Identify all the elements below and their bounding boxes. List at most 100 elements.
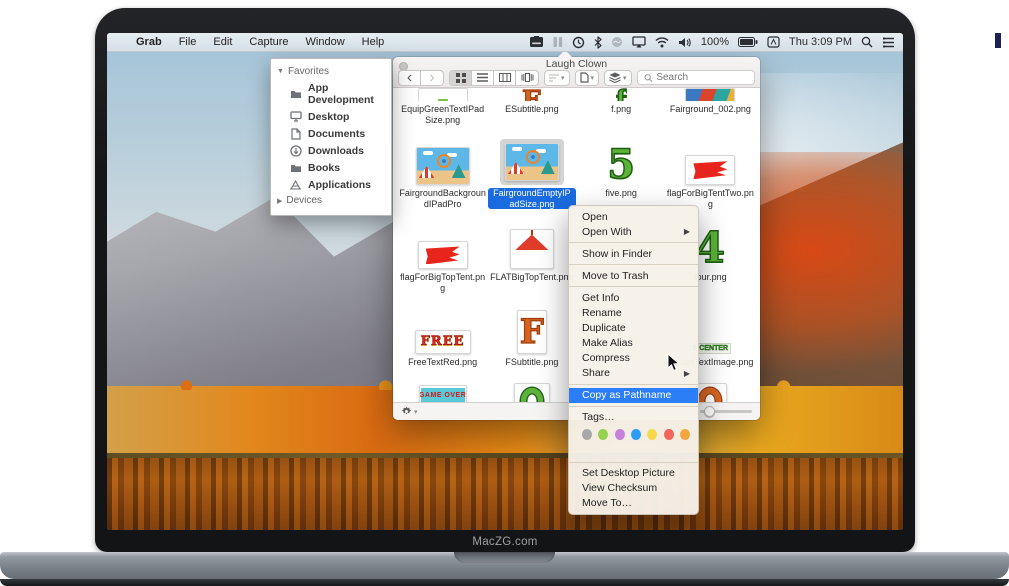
file-item[interactable]: Fairground_002.png [667, 88, 754, 125]
airplay-display-icon[interactable] [632, 36, 646, 48]
tags-button[interactable]: ▾ [604, 70, 632, 86]
search-input[interactable] [656, 72, 748, 83]
window-titlebar[interactable]: Laugh Clown ‹ › ▾ ▾ [393, 57, 760, 88]
back-button[interactable]: ‹ [399, 71, 421, 85]
window-toolbar: ‹ › ▾ ▾ ▾ [398, 69, 755, 86]
menu-item-duplicate[interactable]: Duplicate [569, 320, 698, 335]
menu-item-open-with[interactable]: Open With▶ [569, 224, 698, 239]
menu-separator [569, 286, 698, 287]
menu-bar: Grab File Edit Capture Window Help [107, 33, 903, 52]
siri-icon[interactable] [611, 36, 623, 48]
tag-red[interactable] [664, 429, 674, 440]
file-item[interactable]: FLATBigTopTent.png [488, 221, 575, 293]
folder-icon [289, 88, 302, 100]
file-name: five.png [605, 188, 637, 199]
sidebar-item-downloads[interactable]: Downloads [277, 142, 385, 159]
menu-help[interactable]: Help [362, 36, 385, 48]
sidebar-item-books[interactable]: Books [277, 159, 385, 176]
menu-section-gap [569, 445, 698, 459]
file-item[interactable]: 5 five.png [578, 137, 665, 209]
nav-buttons: ‹ › [398, 70, 444, 86]
tag-orange[interactable] [680, 429, 690, 440]
volume-icon[interactable] [678, 37, 692, 48]
menu-item-show-in-finder[interactable]: Show in Finder [569, 246, 698, 261]
laptop-base-edge [0, 579, 1009, 586]
menu-edit[interactable]: Edit [213, 36, 232, 48]
file-thumbnail [514, 383, 550, 402]
file-item[interactable] [488, 379, 575, 402]
devices-section-header[interactable]: ▶ Devices [277, 193, 385, 208]
icon-view-button[interactable] [450, 71, 472, 85]
laptop-base [0, 552, 1009, 579]
spotlight-search-icon[interactable] [861, 36, 873, 48]
file-item[interactable]: flagForBigTentTwo.png [667, 137, 754, 209]
file-name: FairgroundEmptyIPadSize.png [488, 188, 575, 209]
menu-item-copy-as-pathname[interactable]: Copy as Pathname [569, 388, 698, 403]
menu-item-move-to-trash[interactable]: Move to Trash [569, 268, 698, 283]
drive-menu-extra-icon[interactable] [529, 36, 544, 48]
file-item[interactable]: FairgroundBackgroundIPadPro [399, 137, 486, 209]
file-name: EquipGreenTextIPadSize.png [399, 104, 486, 125]
file-thumbnail [418, 241, 468, 269]
action-button[interactable]: ▾ [575, 70, 600, 86]
file-item[interactable]: FREE FreeTextRed.png [399, 306, 486, 368]
devices-label: Devices [286, 195, 322, 206]
menu-item-get-info[interactable]: Get Info [569, 290, 698, 305]
favorites-section-header[interactable]: ▼ Favorites [277, 64, 385, 79]
file-item[interactable]: F FSubtitle.png [488, 306, 575, 368]
coverflow-view-button[interactable] [516, 71, 538, 85]
notification-center-icon[interactable] [882, 37, 895, 48]
menu-bar-clock[interactable]: Thu 3:09 PM [789, 36, 852, 48]
favorites-popover: ▼ Favorites App Development Desktop Docu… [270, 58, 392, 216]
menu-window[interactable]: Window [306, 36, 345, 48]
bluetooth-icon[interactable] [594, 36, 602, 49]
menu-item-set-desktop-picture[interactable]: Set Desktop Picture [569, 466, 698, 481]
file-item[interactable]: flagForBigTopTent.png [399, 221, 486, 293]
file-thumbnail [418, 88, 468, 101]
laptop-screen: Grab File Edit Capture Window Help [107, 33, 903, 530]
menu-separator [569, 462, 698, 463]
battery-icon[interactable] [738, 37, 758, 47]
search-field[interactable] [637, 70, 755, 85]
list-view-button[interactable] [472, 71, 494, 85]
forward-button[interactable]: › [421, 71, 443, 85]
input-source-icon[interactable] [767, 36, 780, 48]
menu-file[interactable]: File [179, 36, 197, 48]
column-view-button[interactable] [494, 71, 516, 85]
sidebar-item-applications[interactable]: Applications [277, 176, 385, 193]
file-name: Fairground_002.png [670, 104, 751, 115]
slider-knob[interactable] [704, 406, 715, 417]
sidebar-item-label: Documents [308, 128, 365, 140]
desktop-icon [289, 111, 302, 123]
tag-gray[interactable] [582, 429, 592, 440]
file-item[interactable]: GAME OVER [399, 379, 486, 402]
menu-app-name[interactable]: Grab [136, 36, 162, 48]
tag-purple[interactable] [615, 429, 625, 440]
sidebar-item-documents[interactable]: Documents [277, 125, 385, 142]
menu-capture[interactable]: Capture [249, 36, 288, 48]
icon-size-slider[interactable] [700, 410, 752, 413]
file-item[interactable]: EquipGreenTextIPadSize.png [399, 88, 486, 125]
menu-item-open[interactable]: Open [569, 209, 698, 224]
menu-item-rename[interactable]: Rename [569, 305, 698, 320]
disclosure-right-icon: ▶ [277, 197, 282, 205]
menu-item-tags[interactable]: Tags… [569, 410, 698, 425]
file-thumbnail [510, 229, 554, 269]
menu-item-view-checksum[interactable]: View Checksum [569, 481, 698, 496]
action-gear-button[interactable]: ▾ [401, 406, 418, 417]
tag-green[interactable] [598, 429, 608, 440]
sidebar-item-desktop[interactable]: Desktop [277, 108, 385, 125]
sidebar-item-app-development[interactable]: App Development [277, 79, 385, 108]
file-item[interactable]: f f.png [578, 88, 665, 125]
tag-blue[interactable] [631, 429, 641, 440]
file-thumbnail: 5 [607, 145, 635, 185]
file-item[interactable]: E ESubtitle.png [488, 88, 575, 125]
ram-bars-icon[interactable] [553, 36, 563, 48]
time-machine-icon[interactable] [572, 36, 585, 49]
tag-yellow[interactable] [647, 429, 657, 440]
wifi-icon[interactable] [655, 37, 669, 48]
menu-item-make-alias[interactable]: Make Alias [569, 335, 698, 350]
arrange-button[interactable]: ▾ [544, 70, 570, 86]
file-item-selected[interactable]: FairgroundEmptyIPadSize.png [488, 137, 575, 209]
menu-item-move-to[interactable]: Move To… [569, 496, 698, 511]
